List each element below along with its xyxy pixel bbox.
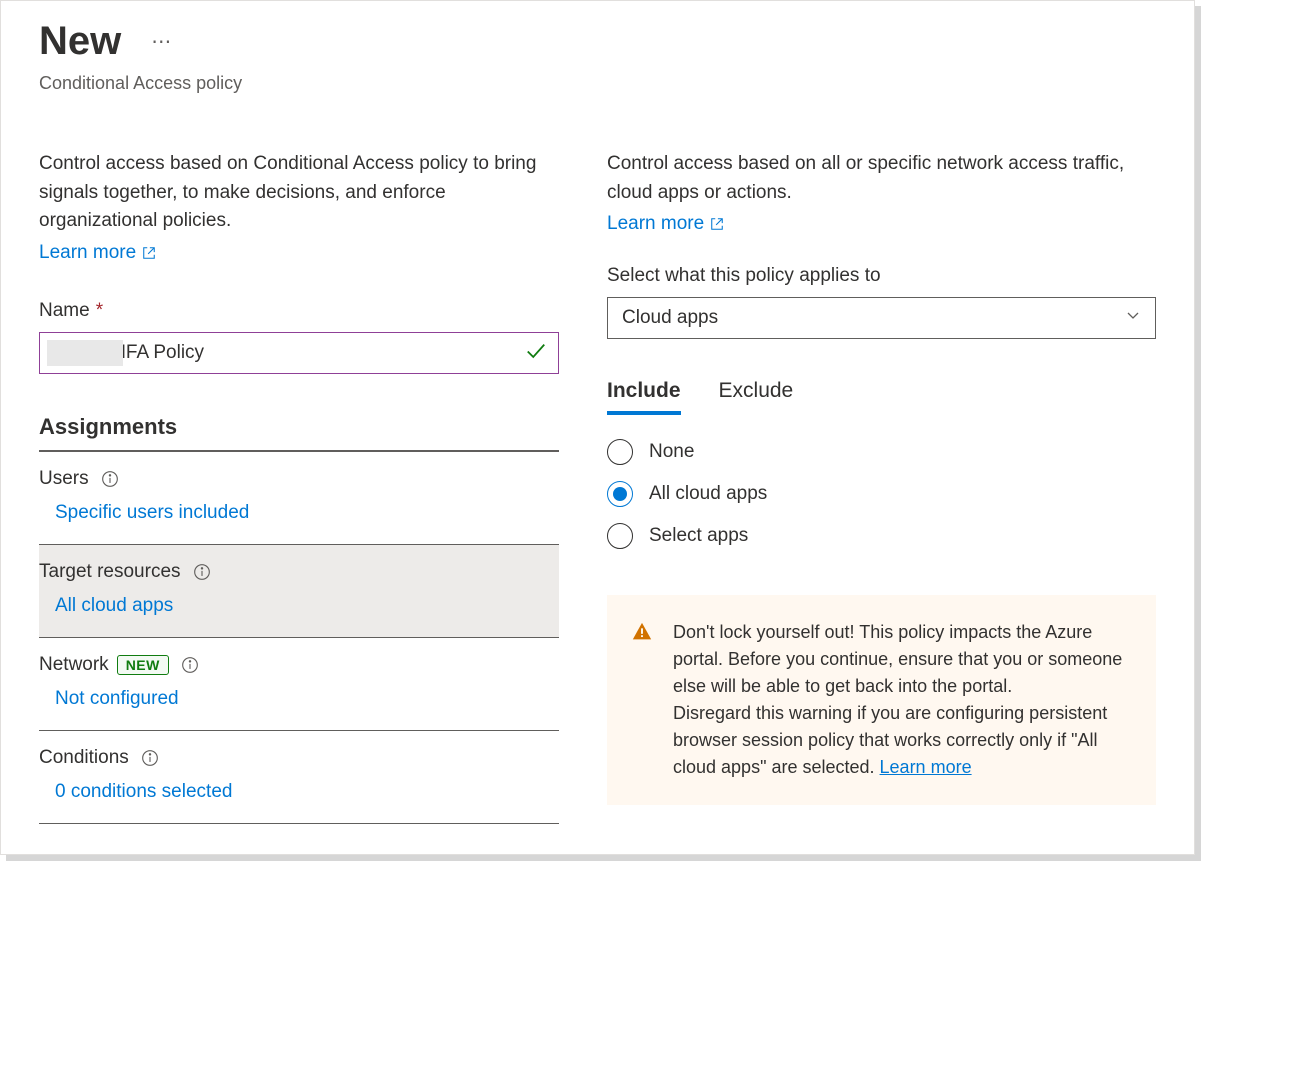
external-link-icon: [710, 217, 724, 231]
name-field-label: Name *: [39, 300, 559, 322]
warning-paragraph-2: Disregard this warning if you are config…: [673, 700, 1136, 781]
network-label: Network: [39, 654, 109, 676]
resources-learn-more-link[interactable]: Learn more: [607, 213, 724, 235]
learn-more-label: Learn more: [39, 242, 136, 264]
radio-label-all: All cloud apps: [649, 483, 767, 505]
radio-icon: [607, 439, 633, 465]
tab-include[interactable]: Include: [607, 379, 681, 415]
target-resources-label: Target resources: [39, 561, 181, 583]
applies-to-label: Select what this policy applies to: [607, 265, 1156, 287]
tab-exclude[interactable]: Exclude: [719, 379, 794, 415]
warning-text: Don't lock yourself out! This policy imp…: [673, 619, 1136, 781]
more-actions-icon[interactable]: ⋯: [151, 29, 172, 54]
lockout-warning-box: Don't lock yourself out! This policy imp…: [607, 595, 1156, 805]
page-subtitle: Conditional Access policy: [39, 73, 1156, 94]
include-exclude-tabs: Include Exclude: [607, 379, 1156, 415]
name-field-group: Name *: [39, 300, 559, 374]
info-icon[interactable]: [181, 656, 199, 674]
radio-label-none: None: [649, 441, 694, 463]
validation-checkmark-icon: [525, 340, 547, 365]
assignment-item-conditions[interactable]: Conditions 0 conditions selected: [39, 731, 559, 824]
right-panel: Control access based on all or specific …: [607, 150, 1156, 824]
assignment-item-users[interactable]: Users Specific users included: [39, 452, 559, 545]
warning-paragraph-1: Don't lock yourself out! This policy imp…: [673, 619, 1136, 700]
applies-to-dropdown[interactable]: Cloud apps: [607, 297, 1156, 339]
radio-label-select: Select apps: [649, 525, 748, 547]
target-resources-value-link[interactable]: All cloud apps: [55, 595, 173, 616]
page-title: New: [39, 21, 121, 61]
policy-intro-text: Control access based on Conditional Acce…: [39, 150, 559, 236]
required-indicator: *: [96, 300, 103, 322]
policy-learn-more-link[interactable]: Learn more: [39, 242, 156, 264]
include-radio-group: None All cloud apps Select apps: [607, 439, 1156, 549]
radio-option-none[interactable]: None: [607, 439, 1156, 465]
assignment-item-target-resources[interactable]: Target resources All cloud apps: [39, 545, 559, 638]
radio-option-select-apps[interactable]: Select apps: [607, 523, 1156, 549]
content-columns: Control access based on Conditional Acce…: [1, 102, 1194, 824]
radio-icon: [607, 481, 633, 507]
assignment-item-network[interactable]: Network NEW Not configured: [39, 638, 559, 731]
blade-header: New ⋯ Conditional Access policy: [1, 21, 1194, 102]
conditional-access-policy-blade: New ⋯ Conditional Access policy Control …: [0, 0, 1195, 855]
chevron-down-icon: [1125, 307, 1141, 329]
conditions-label: Conditions: [39, 747, 129, 769]
warning-icon: [631, 621, 653, 643]
assignments-heading: Assignments: [39, 414, 559, 452]
warning-learn-more-link[interactable]: Learn more: [880, 757, 972, 777]
redacted-content: [47, 340, 123, 366]
new-badge: NEW: [117, 655, 169, 675]
info-icon[interactable]: [193, 563, 211, 581]
network-value-link[interactable]: Not configured: [55, 688, 179, 709]
resources-intro-text: Control access based on all or specific …: [607, 150, 1156, 207]
users-value-link[interactable]: Specific users included: [55, 502, 249, 523]
info-icon[interactable]: [141, 749, 159, 767]
learn-more-label: Learn more: [607, 213, 704, 235]
radio-icon: [607, 523, 633, 549]
left-panel: Control access based on Conditional Acce…: [39, 150, 559, 824]
info-icon[interactable]: [101, 470, 119, 488]
users-label: Users: [39, 468, 89, 490]
radio-option-all-cloud-apps[interactable]: All cloud apps: [607, 481, 1156, 507]
conditions-value-link[interactable]: 0 conditions selected: [55, 781, 232, 802]
dropdown-value: Cloud apps: [622, 307, 718, 329]
external-link-icon: [142, 246, 156, 260]
